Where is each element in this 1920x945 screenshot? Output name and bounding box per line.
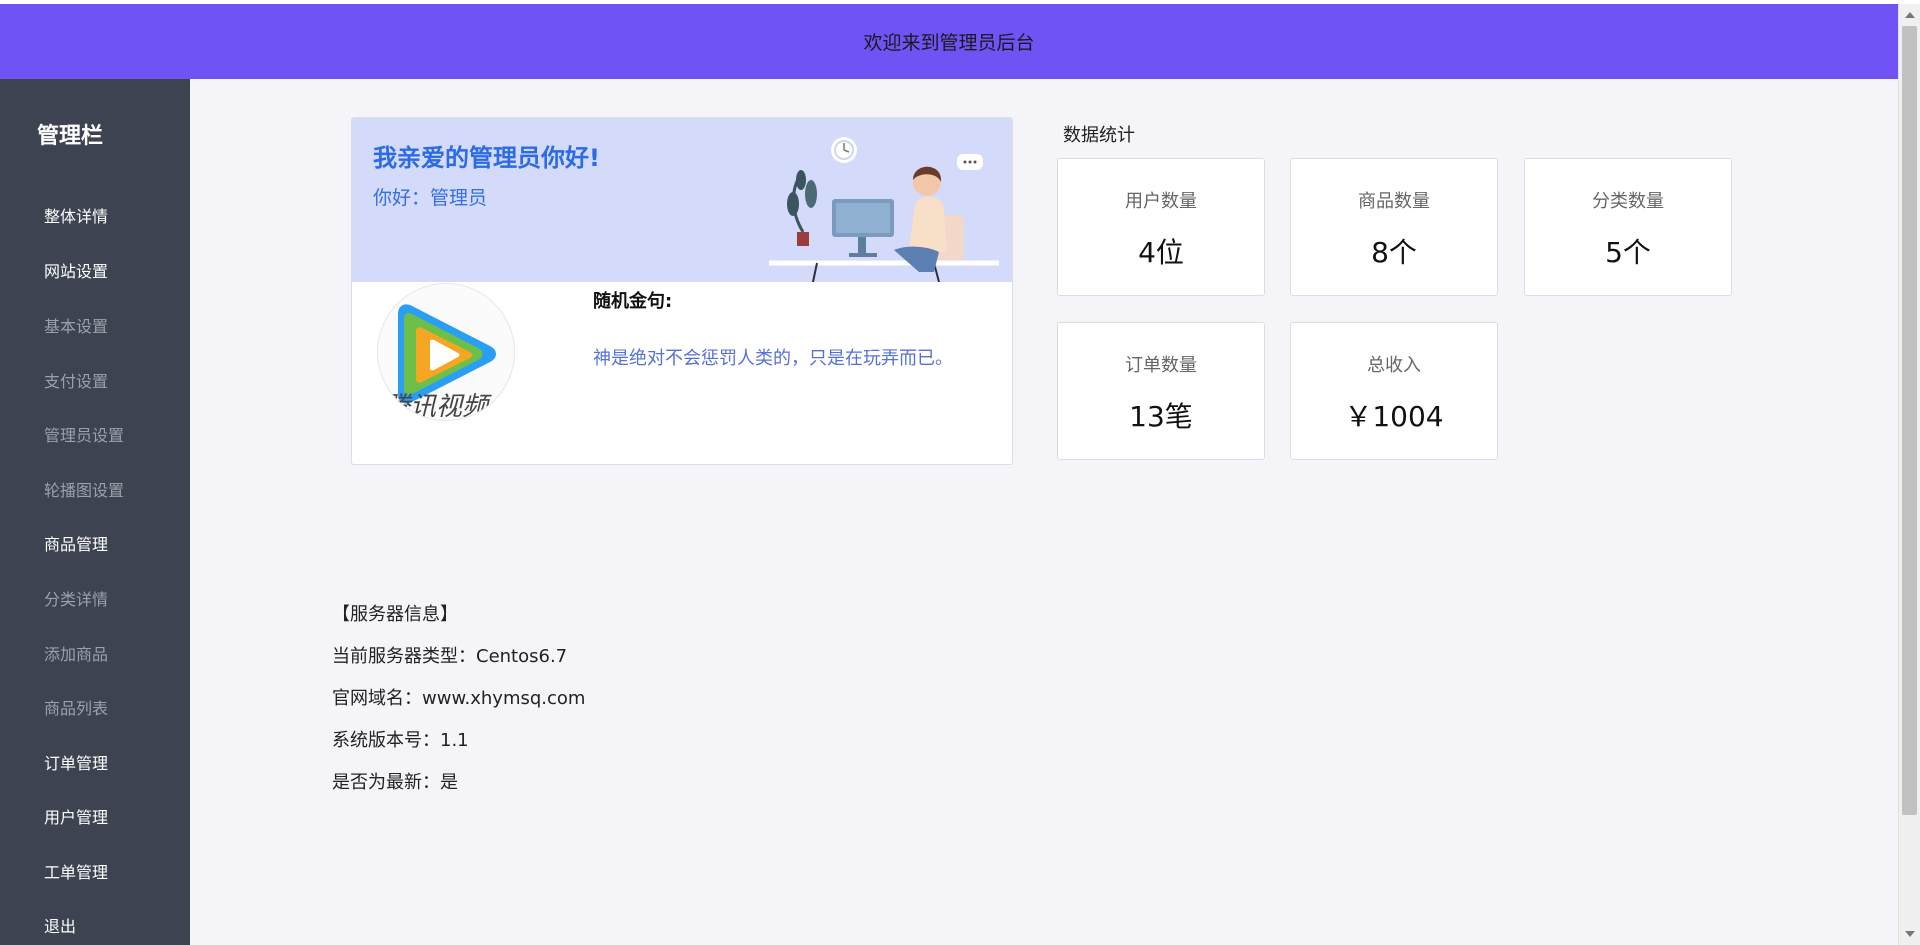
stat-value: 4位 [1138, 236, 1184, 269]
stat-card-products: 商品数量 8个 [1290, 158, 1498, 296]
server-domain: 官网域名：www.xhymsq.com [332, 688, 586, 709]
stat-label: 商品数量 [1358, 191, 1430, 212]
sidebar-item-logout[interactable]: 退出 [44, 913, 76, 937]
scroll-up-icon[interactable] [1905, 12, 1915, 18]
sidebar-item-overview[interactable]: 整体详情 [44, 203, 108, 227]
server-info-heading: 【服务器信息】 [332, 604, 458, 625]
top-header: 欢迎来到管理员后台 [0, 4, 1898, 79]
sidebar-item-payment-settings[interactable]: 支付设置 [44, 368, 108, 392]
logo-text: 腾讯视频 [384, 392, 489, 421]
stat-label: 总收入 [1367, 355, 1421, 376]
tencent-video-logo: 腾讯视频 [377, 283, 515, 421]
vertical-scrollbar[interactable] [1898, 4, 1920, 945]
header-title: 欢迎来到管理员后台 [863, 32, 1035, 54]
server-info: 【服务器信息】 当前服务器类型：Centos6.7 官网域名：www.xhyms… [332, 600, 585, 810]
stat-label: 用户数量 [1125, 191, 1197, 212]
stat-card-orders: 订单数量 13笔 [1057, 322, 1265, 460]
welcome-title: 我亲爱的管理员你好! [373, 144, 600, 172]
admin-dashboard: 欢迎来到管理员后台 管理栏 整体详情 网站设置 基本设置 支付设置 管理员设置 … [0, 0, 1920, 945]
stats-title: 数据统计 [1063, 125, 1135, 146]
server-version: 系统版本号：1.1 [332, 730, 469, 751]
stat-label: 订单数量 [1125, 355, 1197, 376]
sidebar-item-add-product[interactable]: 添加商品 [44, 641, 108, 665]
quote-label: 随机金句: [593, 291, 673, 312]
server-latest: 是否为最新：是 [332, 772, 458, 793]
office-illustration-icon [769, 137, 999, 282]
sidebar-item-user-management[interactable]: 用户管理 [44, 804, 108, 828]
scroll-thumb[interactable] [1902, 26, 1917, 815]
sidebar-item-order-management[interactable]: 订单管理 [44, 750, 108, 774]
stat-card-users: 用户数量 4位 [1057, 158, 1265, 296]
stat-card-revenue: 总收入 ￥1004 [1290, 322, 1498, 460]
sidebar-item-admin-settings[interactable]: 管理员设置 [44, 422, 124, 446]
stat-card-categories: 分类数量 5个 [1524, 158, 1732, 296]
sidebar-item-category-details[interactable]: 分类详情 [44, 586, 108, 610]
quote-text: 神是绝对不会惩罚人类的，只是在玩弄而已。 [593, 348, 953, 369]
sidebar-item-product-list[interactable]: 商品列表 [44, 695, 108, 719]
stat-value: 8个 [1371, 236, 1417, 269]
stat-value: 5个 [1605, 236, 1651, 269]
stat-value: 13笔 [1129, 400, 1193, 433]
sidebar-item-basic-settings[interactable]: 基本设置 [44, 313, 108, 337]
sidebar-item-ticket-management[interactable]: 工单管理 [44, 859, 108, 883]
welcome-greeting: 你好：管理员 [373, 187, 488, 209]
sidebar-item-carousel-settings[interactable]: 轮播图设置 [44, 477, 124, 501]
server-type: 当前服务器类型：Centos6.7 [332, 646, 568, 667]
sidebar-title: 管理栏 [37, 124, 104, 149]
stat-label: 分类数量 [1592, 191, 1664, 212]
scroll-down-icon[interactable] [1905, 931, 1915, 937]
sidebar-item-product-management[interactable]: 商品管理 [44, 531, 108, 555]
stat-value: ￥1004 [1344, 400, 1444, 433]
welcome-card: 我亲爱的管理员你好! 你好：管理员 腾讯视频 随机金句: 神是绝对不会惩罚人类的… [351, 117, 1013, 465]
sidebar-item-site-settings[interactable]: 网站设置 [44, 258, 108, 282]
